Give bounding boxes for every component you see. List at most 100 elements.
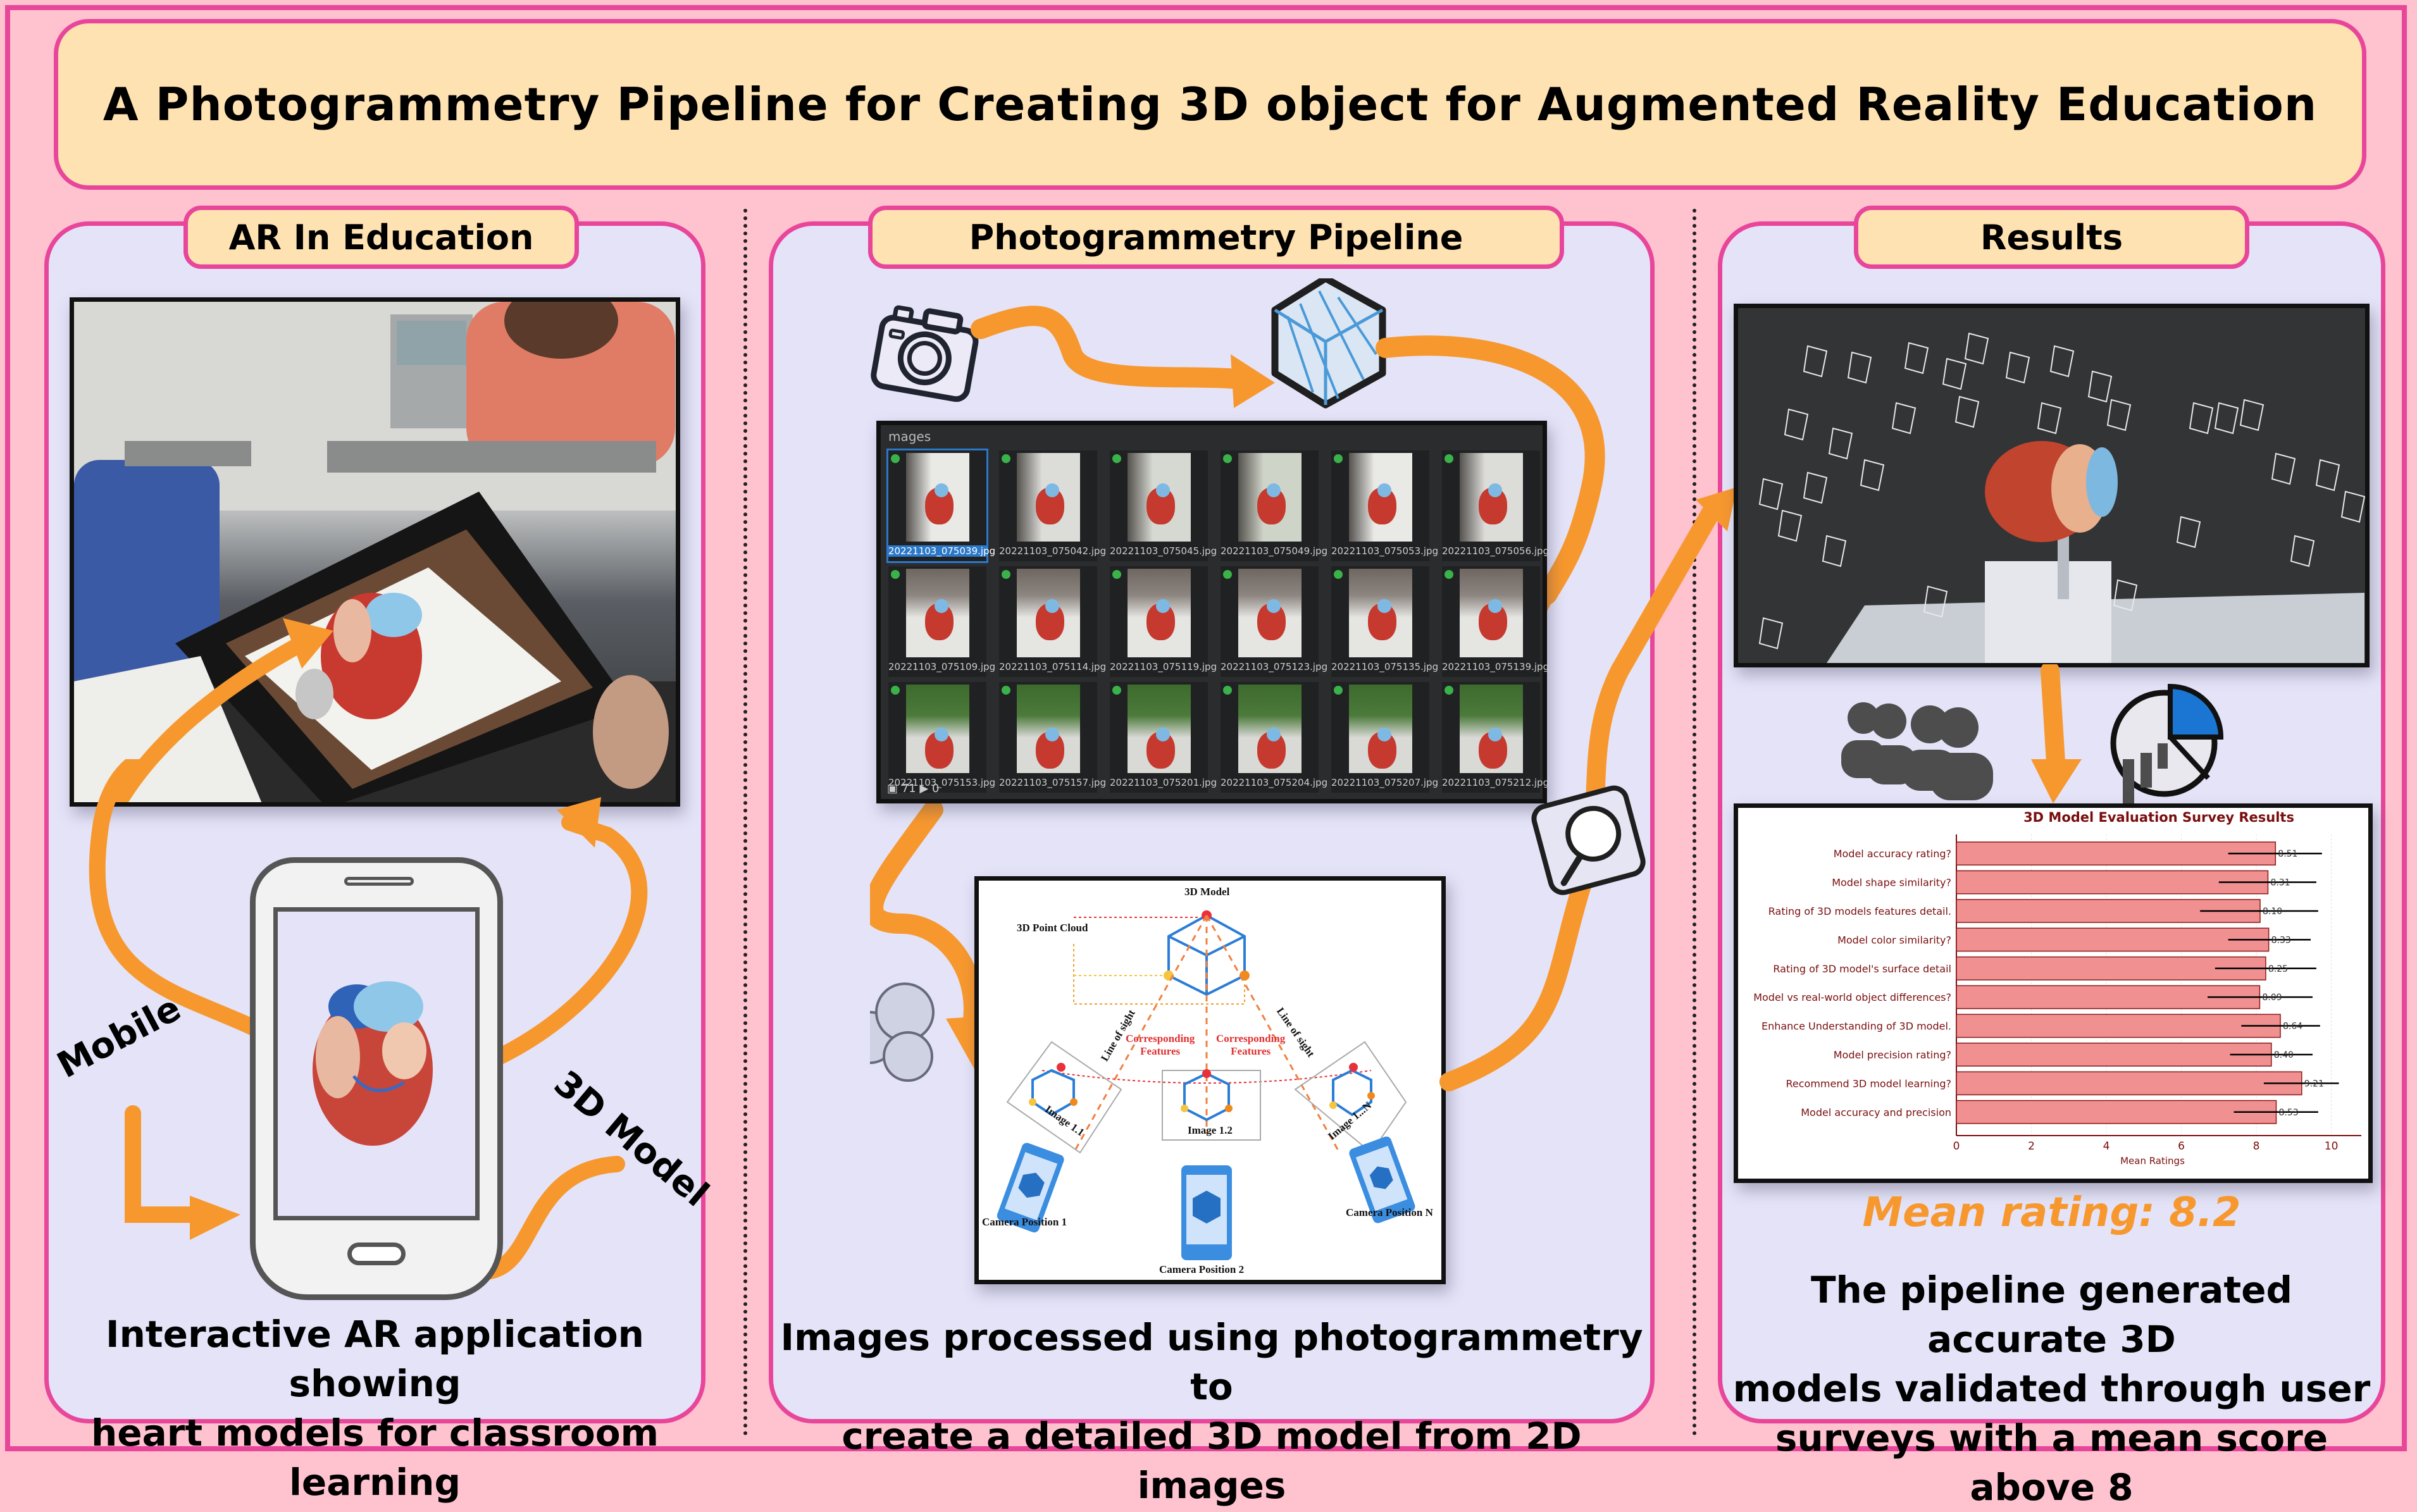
- camera-frustum: [2037, 402, 2062, 435]
- status-check-icon: [1002, 454, 1010, 463]
- gallery-thumbnail[interactable]: 20221103_075123.jpg: [1221, 566, 1327, 677]
- x-axis-label: Mean Ratings: [2120, 1155, 2185, 1167]
- thumbnail-image: [1349, 685, 1412, 773]
- caption-line: models validated through user: [1732, 1367, 2371, 1410]
- header-results: Results: [1854, 206, 2249, 269]
- gallery-thumbnail[interactable]: 20221103_075153.jpg: [888, 682, 995, 793]
- bar: [1956, 1013, 2281, 1038]
- camera-frustum: [1803, 345, 1828, 378]
- diagram-title: 3D Model: [1184, 886, 1230, 898]
- bar-value-label: 8.10: [2263, 907, 2282, 917]
- camera-frustum: [1758, 478, 1784, 511]
- y-tick-label: Model vs real-world object differences?: [1753, 991, 1951, 1003]
- status-check-icon: [1334, 686, 1343, 695]
- camera-frustum: [1847, 351, 1872, 384]
- ar-photo-illustration: [74, 302, 676, 802]
- thumbnail-image: [906, 569, 969, 657]
- camera-frustum: [2106, 399, 2132, 431]
- y-tick-label: Model shape similarity?: [1832, 877, 1951, 889]
- caption-line: Interactive AR application showing: [106, 1313, 644, 1405]
- ar-classroom-photo: [70, 297, 680, 807]
- phone-home-button: [347, 1242, 406, 1265]
- thumbnail-image: [1128, 685, 1191, 773]
- status-check-icon: [1002, 570, 1010, 579]
- gallery-thumbnail[interactable]: 20221103_075204.jpg: [1221, 682, 1328, 793]
- x-tick-label: 4: [2103, 1140, 2110, 1153]
- status-check-icon: [1445, 454, 1453, 463]
- thumbnail-filename: 20221103_075049.jpg: [1221, 545, 1328, 557]
- camera-frustum: [2214, 402, 2239, 435]
- camera-frustum: [1828, 427, 1853, 460]
- label-line: Corresponding: [1126, 1032, 1195, 1044]
- thumbnail-image: [1238, 569, 1302, 657]
- camera-icon: [871, 305, 979, 402]
- y-tick-label: Model color similarity?: [1837, 934, 1951, 946]
- gallery-thumbnail[interactable]: 20221103_075119.jpg: [1110, 566, 1217, 677]
- wireframe-cube-icon: [1271, 278, 1386, 409]
- camera-frustum: [1758, 617, 1784, 650]
- phone-screen: [273, 907, 480, 1220]
- gallery-thumbnail[interactable]: 20221103_075109.jpg: [888, 566, 996, 677]
- gallery-thumbnail[interactable]: 20221103_075053.jpg: [1331, 450, 1439, 561]
- camera-frustum: [1954, 395, 1980, 428]
- y-tick-label: Model accuracy rating?: [1834, 848, 1951, 860]
- thumbnail-filename: 20221103_075042.jpg: [999, 545, 1107, 557]
- gallery-thumbnail[interactable]: 20221103_075042.jpg: [999, 450, 1107, 561]
- label-line: Corresponding: [1216, 1032, 1286, 1044]
- thumbnail-filename: 20221103_075109.jpg: [888, 661, 996, 672]
- gallery-thumbnail[interactable]: 20221103_075207.jpg: [1331, 682, 1439, 793]
- bar: [1956, 927, 2270, 952]
- gallery-thumbnail[interactable]: 20221103_075135.jpg: [1331, 566, 1438, 677]
- label-camera-position-2: Camera Position 2: [1159, 1263, 1245, 1275]
- mean-rating: Mean rating: 8.2: [1862, 1189, 2241, 1236]
- status-check-icon: [891, 570, 900, 579]
- bar-value-label: 8.51: [2278, 849, 2297, 859]
- label-camera-position-n: Camera Position N: [1346, 1206, 1433, 1218]
- y-tick-label: Rating of 3D models features detail.: [1768, 905, 1951, 917]
- thumbnail-filename: 20221103_075207.jpg: [1331, 777, 1439, 788]
- gallery-title: mages: [888, 429, 931, 444]
- y-tick-label: Rating of 3D model's surface detail: [1773, 963, 1951, 975]
- thumbnail-image: [1238, 685, 1302, 773]
- bar-value-label: 9.21: [2304, 1079, 2324, 1089]
- camera-frustum: [1942, 357, 1967, 390]
- status-check-icon: [1223, 570, 1232, 579]
- bar: [1956, 1100, 2277, 1124]
- label-image-1-2: Image 1.2: [1188, 1124, 1233, 1136]
- video-count-icon: ▶: [919, 782, 929, 795]
- divider-left: [743, 209, 747, 1436]
- status-check-icon: [1334, 454, 1343, 463]
- camera-frustum: [1904, 342, 1929, 375]
- label-camera-position-1: Camera Position 1: [982, 1216, 1067, 1228]
- gallery-thumbnail[interactable]: 20221103_075201.jpg: [1110, 682, 1217, 793]
- middle-to-results-arrow: [1439, 487, 1737, 1091]
- thumbnail-image: [1017, 453, 1080, 542]
- thumbnail-image: [1238, 453, 1302, 542]
- gallery-thumbnail[interactable]: 20221103_075049.jpg: [1221, 450, 1328, 561]
- bar-chart: 3D Model Evaluation Survey Results 0 2 4 6 8 1…: [1753, 810, 2361, 1167]
- bar-value-label: 8.53: [2278, 1108, 2298, 1118]
- gallery-thumbnail[interactable]: 20221103_075039.jpg: [886, 449, 996, 563]
- results-icons: [1841, 664, 2224, 803]
- caption-line: surveys with a mean score above 8: [1775, 1416, 2328, 1509]
- y-tick-label: Model accuracy and precision: [1801, 1106, 1951, 1119]
- thumbnail-filename: 20221103_075114.jpg: [999, 661, 1107, 672]
- thumbnail-filename: 20221103_075039.jpg: [888, 545, 996, 557]
- smartphone-illustration: [250, 857, 503, 1300]
- point-cloud-sketch-icon: [870, 982, 935, 1082]
- thumbnail-filename: 20221103_075204.jpg: [1221, 777, 1328, 788]
- header-photogrammetry: Photogrammetry Pipeline: [868, 206, 1564, 269]
- caption-line: create a detailed 3D model from 2D image…: [842, 1415, 1582, 1507]
- gallery-footer: ▣ 71 ▶ 0: [887, 782, 939, 795]
- gallery-thumbnail[interactable]: 20221103_075114.jpg: [999, 566, 1107, 677]
- status-check-icon: [1223, 454, 1232, 463]
- thumbnail-filename: 20221103_075053.jpg: [1331, 545, 1439, 557]
- gallery-thumbnail[interactable]: 20221103_075157.jpg: [999, 682, 1106, 793]
- gallery-thumbnail[interactable]: 20221103_075045.jpg: [1110, 450, 1217, 561]
- caption-photogrammetry: Images processed using photogrammetry to…: [769, 1313, 1655, 1510]
- status-check-icon: [1112, 686, 1121, 695]
- caption-ar-education: Interactive AR application showing heart…: [44, 1310, 705, 1507]
- thumbnail-image: [1128, 453, 1191, 542]
- camera-frustum: [2340, 490, 2365, 523]
- thumbnail-filename: 20221103_075045.jpg: [1110, 545, 1217, 557]
